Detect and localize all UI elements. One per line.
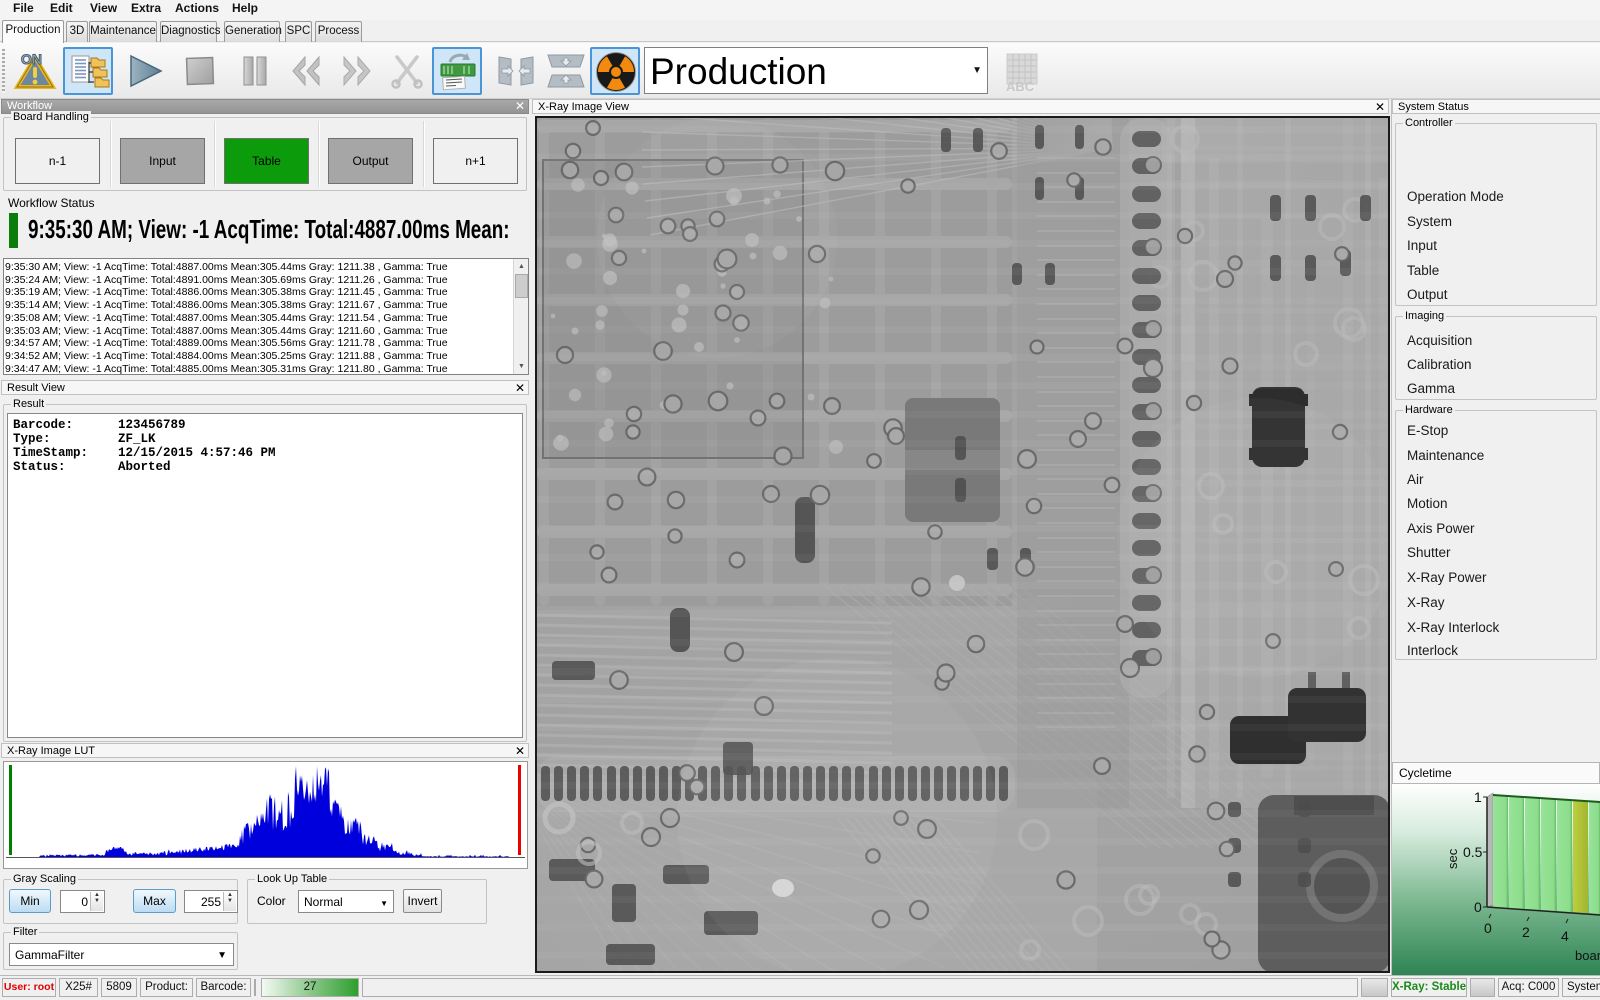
svg-text:4: 4: [1561, 928, 1569, 944]
svg-text:ABC: ABC: [1006, 79, 1035, 93]
svg-text:0.5: 0.5: [1463, 844, 1483, 860]
svg-text:0: 0: [1474, 899, 1482, 915]
svg-text:board: board: [1575, 948, 1600, 963]
svg-text:0: 0: [1484, 920, 1492, 936]
svg-text:sec: sec: [1445, 848, 1460, 869]
svg-text:ON: ON: [21, 51, 42, 67]
svg-text:2: 2: [1522, 924, 1530, 940]
svg-text:1: 1: [1474, 789, 1482, 805]
